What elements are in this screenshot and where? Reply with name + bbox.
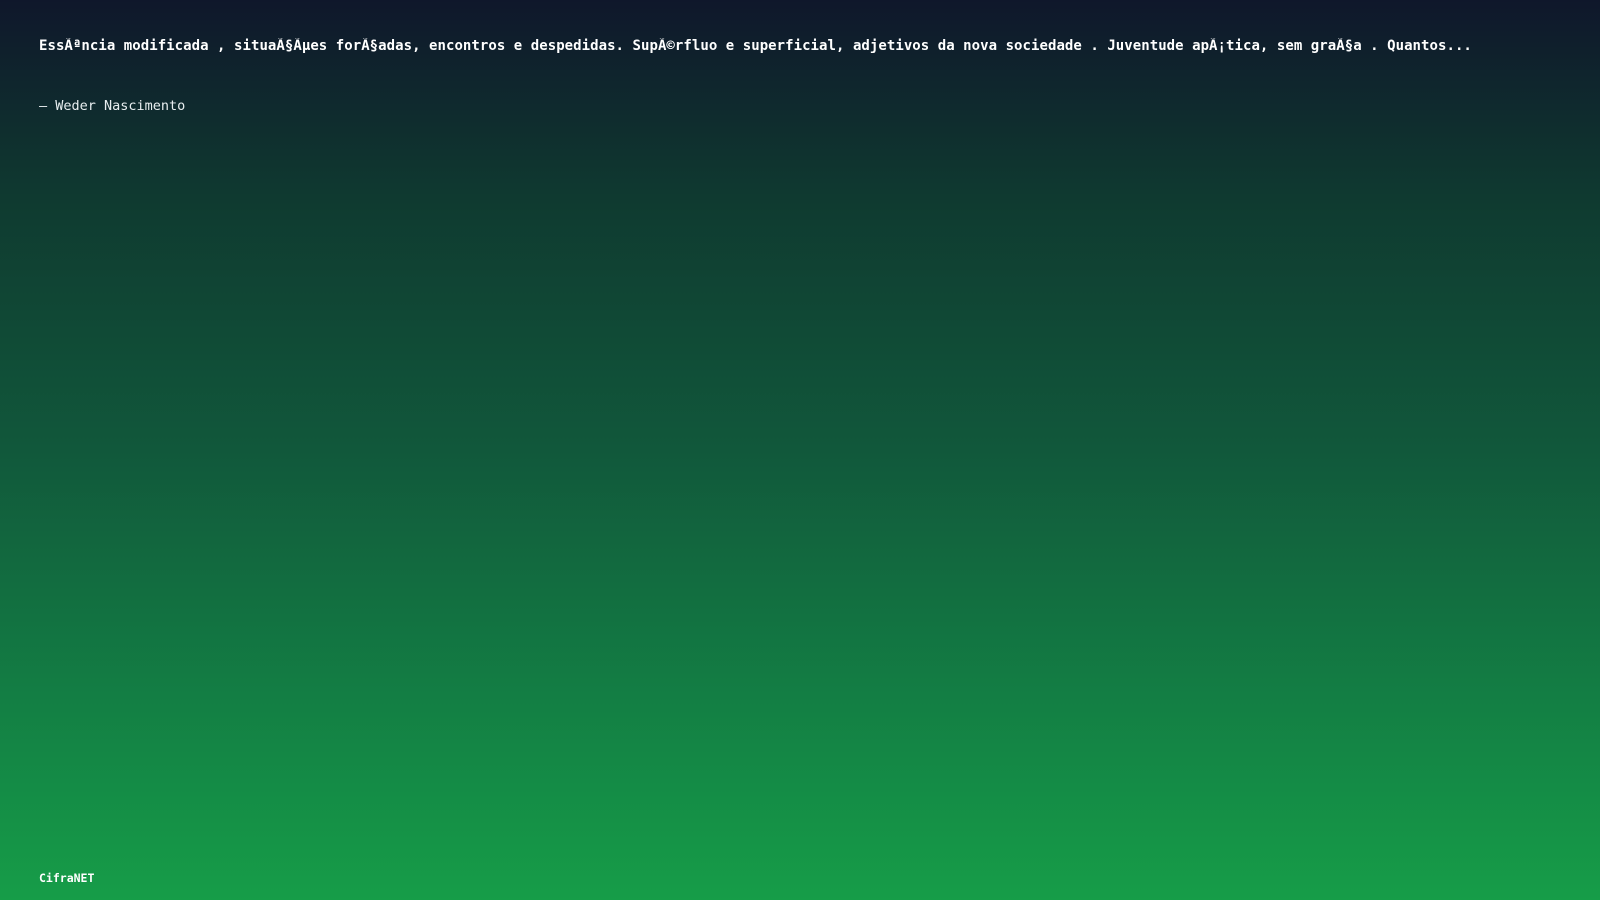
quote-author: – Weder Nascimento	[39, 98, 186, 114]
quote-text: EssÃªncia modificada , situaÃ§Ãµes forÃ§…	[39, 38, 1472, 54]
brand-label: CifraNET	[39, 871, 95, 885]
